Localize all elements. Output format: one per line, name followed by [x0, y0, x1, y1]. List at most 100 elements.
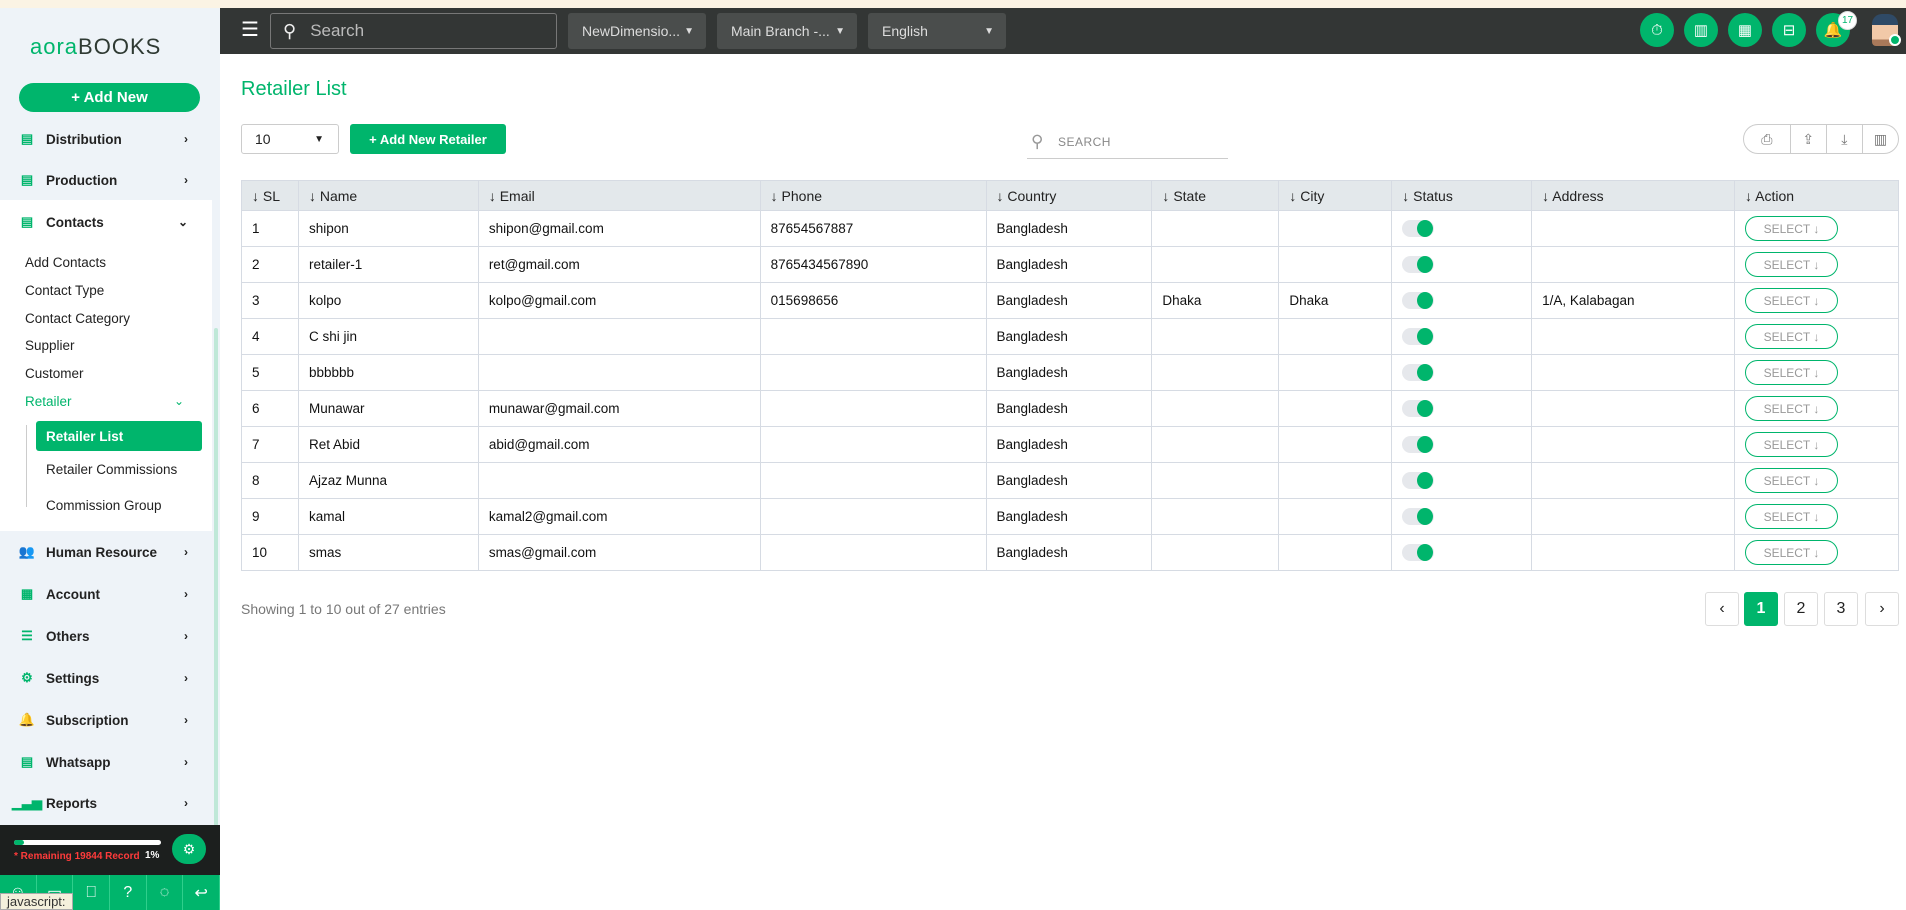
back-icon[interactable]: ↩	[183, 875, 221, 910]
cell-status	[1391, 354, 1533, 391]
sidebar-item-retailer[interactable]: Retailer	[25, 394, 72, 409]
column-header-state[interactable]: ↓ State	[1151, 180, 1280, 211]
action-select-button[interactable]: SELECT ↓	[1744, 360, 1838, 385]
status-toggle[interactable]	[1402, 472, 1435, 489]
column-header-name[interactable]: ↓ Name	[297, 180, 479, 211]
add-new-retailer-button[interactable]: + Add New Retailer	[350, 124, 506, 154]
cell-city	[1278, 210, 1393, 247]
column-header-email[interactable]: ↓ Email	[477, 180, 761, 211]
action-select-button[interactable]: SELECT ↓	[1744, 432, 1838, 457]
column-header-sl[interactable]: ↓ SL	[241, 180, 299, 211]
sidebar-item-contact-type[interactable]: Contact Type	[25, 283, 104, 298]
cell-state	[1151, 354, 1280, 391]
sidebar-item-contact-category[interactable]: Contact Category	[25, 311, 130, 326]
sidebar-item-retailer-commissions[interactable]: Retailer Commissions	[46, 462, 177, 477]
action-select-button[interactable]: SELECT ↓	[1744, 324, 1838, 349]
sidebar-item-supplier[interactable]: Supplier	[25, 338, 75, 353]
sidebar-item-add-contacts[interactable]: Add Contacts	[25, 255, 106, 270]
cell-action: SELECT ↓	[1733, 390, 1900, 427]
sidebar-item-label: Reports	[46, 795, 98, 811]
cell-sl: 2	[241, 246, 299, 283]
sidebar-item-whatsapp[interactable]: ▤ Whatsapp ›	[0, 747, 210, 777]
status-toggle[interactable]	[1402, 328, 1435, 345]
help-icon[interactable]: ?	[110, 875, 147, 910]
sidebar-item-retailer-list[interactable]: Retailer List	[36, 421, 202, 451]
search-icon: ⚲	[283, 20, 297, 41]
action-select-button[interactable]: SELECT ↓	[1744, 468, 1838, 493]
global-search-input[interactable]: ⚲ Search	[270, 13, 557, 49]
column-header-address[interactable]: ↓ Address	[1531, 180, 1735, 211]
status-toggle[interactable]	[1402, 508, 1435, 525]
company-dropdown[interactable]: NewDimensio... ▼	[568, 13, 706, 49]
sidebar-item-human-resource[interactable]: 👥 Human Resource ›	[0, 537, 210, 567]
sidebar-item-subscription[interactable]: 🔔 Subscription ›	[0, 705, 210, 735]
column-header-country[interactable]: ↓ Country	[985, 180, 1153, 211]
cell-address	[1531, 426, 1735, 463]
sidebar-item-production[interactable]: ▤ Production ›	[0, 165, 210, 195]
sidebar-item-reports[interactable]: ▁▃▅ Reports ›	[0, 788, 210, 818]
page-1-button[interactable]: 1	[1744, 592, 1778, 626]
cell-status	[1391, 210, 1533, 247]
chart-icon[interactable]: ▥	[1684, 13, 1718, 47]
menu-icon[interactable]: ☰	[241, 20, 259, 40]
stopwatch-icon[interactable]: ⏱	[1640, 13, 1674, 47]
language-dropdown[interactable]: English ▼	[868, 13, 1006, 49]
entries-info: Showing 1 to 10 out of 27 entries	[241, 601, 446, 617]
sidebar-item-others[interactable]: ☰ Others ›	[0, 621, 210, 651]
action-select-button[interactable]: SELECT ↓	[1744, 216, 1838, 241]
cell-address	[1531, 354, 1735, 391]
action-select-button[interactable]: SELECT ↓	[1744, 540, 1838, 565]
column-header-phone[interactable]: ↓ Phone	[759, 180, 987, 211]
branch-dropdown[interactable]: Main Branch -... ▼	[717, 13, 857, 49]
page-size-select[interactable]: 10 ▼	[241, 124, 339, 154]
calculator-icon[interactable]: ▦	[1728, 13, 1762, 47]
column-header-action[interactable]: ↓ Action	[1733, 180, 1900, 211]
logo[interactable]: aoraBOOKS	[30, 34, 161, 60]
column-header-status[interactable]: ↓ Status	[1391, 180, 1533, 211]
sidebar-item-account[interactable]: ▦ Account ›	[0, 579, 210, 609]
upload-icon[interactable]: ⇪	[1789, 125, 1826, 153]
status-toggle[interactable]	[1402, 364, 1435, 381]
page-2-button[interactable]: 2	[1784, 592, 1818, 626]
table-search-input[interactable]: ⚲ SEARCH	[1027, 126, 1228, 159]
status-toggle[interactable]	[1402, 544, 1435, 561]
page-3-button[interactable]: 3	[1824, 592, 1858, 626]
prev-page-button[interactable]: ‹	[1705, 592, 1739, 626]
book-icon[interactable]: ⎕	[73, 875, 111, 910]
upgrade-icon[interactable]: ⚙	[172, 834, 206, 864]
cell-phone	[759, 390, 987, 427]
action-select-button[interactable]: SELECT ↓	[1744, 288, 1838, 313]
columns-icon[interactable]: ▥	[1861, 125, 1898, 153]
sidebar-item-label: Whatsapp	[46, 754, 111, 770]
add-new-button[interactable]: + Add New	[19, 83, 200, 112]
sidebar-item-settings[interactable]: ⚙ Settings ›	[0, 663, 210, 693]
print-icon[interactable]: ⎙	[1744, 125, 1790, 153]
cell-email: ret@gmail.com	[477, 246, 761, 283]
action-select-button[interactable]: SELECT ↓	[1744, 252, 1838, 277]
status-toggle[interactable]	[1402, 292, 1435, 309]
status-toggle[interactable]	[1402, 220, 1435, 237]
cell-country: Bangladesh	[985, 426, 1153, 463]
chat-icon[interactable]: ◌	[147, 875, 184, 910]
sidebar-item-commission-group[interactable]: Commission Group	[46, 498, 162, 513]
sidebar-item-contacts[interactable]: ▤ Contacts ⌄	[0, 207, 210, 237]
status-toggle[interactable]	[1402, 256, 1435, 273]
sidebar-item-customer[interactable]: Customer	[25, 366, 84, 381]
sort-icon: ↓	[1744, 187, 1756, 204]
next-page-button[interactable]: ›	[1865, 592, 1899, 626]
cell-country: Bangladesh	[985, 534, 1153, 571]
status-toggle[interactable]	[1402, 400, 1435, 417]
cell-email	[477, 462, 761, 499]
chevron-right-icon: ›	[184, 671, 188, 685]
sidebar-item-distribution[interactable]: ▤ Distribution ›	[0, 124, 210, 154]
column-header-city[interactable]: ↓ City	[1278, 180, 1393, 211]
action-select-button[interactable]: SELECT ↓	[1744, 504, 1838, 529]
sidebar-scrollbar[interactable]	[214, 328, 218, 826]
status-toggle[interactable]	[1402, 436, 1435, 453]
action-select-button[interactable]: SELECT ↓	[1744, 396, 1838, 421]
cell-action: SELECT ↓	[1733, 282, 1900, 319]
download-icon[interactable]: ⤓	[1825, 125, 1862, 153]
chevron-right-icon: ›	[184, 629, 188, 643]
scan-icon[interactable]: ⊟	[1772, 13, 1806, 47]
cell-status	[1391, 462, 1533, 499]
